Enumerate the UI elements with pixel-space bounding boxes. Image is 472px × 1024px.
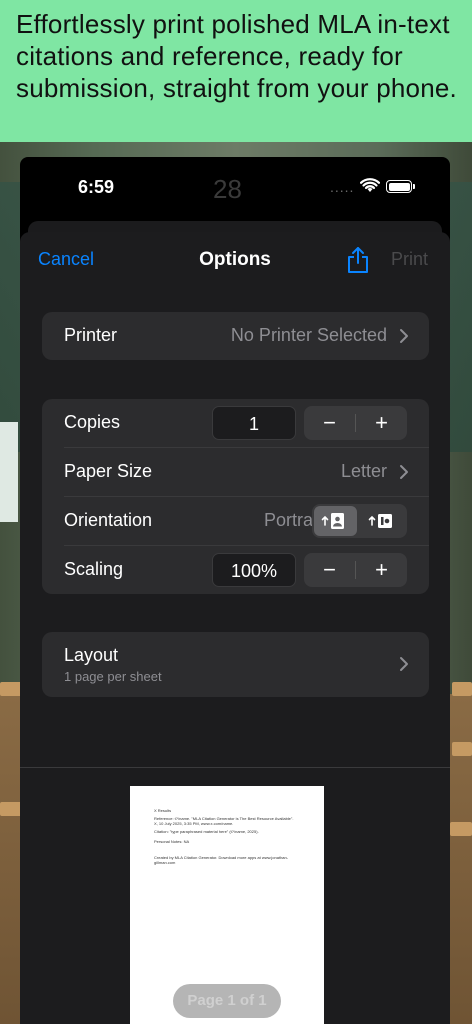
window: [0, 422, 18, 522]
scaling-label: Scaling: [64, 559, 124, 579]
scaling-decrement-button[interactable]: −: [304, 553, 355, 587]
orientation-row: Orientation Portrait: [42, 497, 429, 545]
signal-icon: .....: [330, 179, 355, 195]
chevron-right-icon: [400, 329, 408, 343]
copies-field[interactable]: 1: [212, 406, 296, 440]
preview-citation: Citation: "type paraphrased material her…: [154, 829, 259, 834]
printer-group: Printer No Printer Selected: [42, 312, 429, 360]
paper-size-label: Paper Size: [64, 461, 153, 481]
desk: [452, 682, 472, 696]
copies-stepper: − +: [304, 406, 407, 440]
landscape-icon: [368, 514, 392, 528]
status-bar: 6:59 28 .....: [20, 157, 450, 217]
status-time: 6:59: [78, 177, 115, 197]
print-options-sheet: Cancel Options Print Printer No Printer …: [20, 232, 450, 1024]
portrait-icon: [321, 513, 344, 529]
cancel-button[interactable]: Cancel: [38, 249, 94, 270]
scaling-field[interactable]: 100%: [212, 553, 296, 587]
paper-size-value: Letter: [340, 461, 387, 481]
layout-subtitle: 1 page per sheet: [64, 669, 162, 684]
phone-screen: 6:59 28 ..... Cancel Options Print Print…: [20, 157, 450, 1024]
orientation-label: Orientation: [64, 510, 153, 530]
copies-row: Copies 1 − +: [42, 399, 429, 447]
portrait-option[interactable]: [314, 506, 357, 536]
share-icon[interactable]: [345, 246, 371, 274]
paper-size-row[interactable]: Paper Size Letter: [42, 448, 429, 496]
copies-increment-button[interactable]: +: [356, 406, 407, 440]
preview-footer: Created by MLA Citation Generator. Downl…: [154, 855, 289, 865]
background-number: 28: [213, 174, 242, 204]
preview-notes: Personal Notes: NA: [154, 839, 190, 844]
landscape-option[interactable]: [362, 506, 405, 536]
printer-label: Printer: [64, 325, 118, 345]
wifi-icon: [360, 178, 380, 192]
scaling-stepper: − +: [304, 553, 407, 587]
headline: Effortlessly print polished MLA in-text …: [16, 9, 457, 103]
preview-divider: [20, 767, 450, 768]
page-indicator: Page 1 of 1: [173, 984, 281, 1018]
layout-label: Layout: [64, 645, 119, 665]
chevron-right-icon: [400, 657, 408, 671]
preview-title: X Results: [154, 808, 172, 813]
printer-row[interactable]: Printer No Printer Selected: [42, 312, 429, 360]
chevron-right-icon: [400, 465, 408, 479]
options-group: Copies 1 − + Paper Size Letter Orientati…: [42, 399, 429, 594]
print-button[interactable]: Print: [391, 249, 428, 270]
battery-icon: [386, 180, 412, 193]
desk: [0, 682, 22, 696]
layout-group[interactable]: Layout 1 page per sheet: [42, 632, 429, 697]
preview-reference: Reference: t?/name. "MLA Citation Genera…: [154, 816, 294, 826]
nav-bar: Cancel Options Print: [20, 232, 450, 292]
scaling-row: Scaling 100% − +: [42, 546, 429, 594]
desk: [452, 742, 472, 756]
battery-cap: [413, 184, 415, 189]
printer-value: No Printer Selected: [230, 325, 387, 345]
desk: [0, 802, 22, 816]
desk: [450, 822, 472, 836]
copies-label: Copies: [64, 412, 121, 432]
orientation-segmented-control: [312, 504, 407, 538]
scaling-increment-button[interactable]: +: [356, 553, 407, 587]
copies-decrement-button[interactable]: −: [304, 406, 355, 440]
